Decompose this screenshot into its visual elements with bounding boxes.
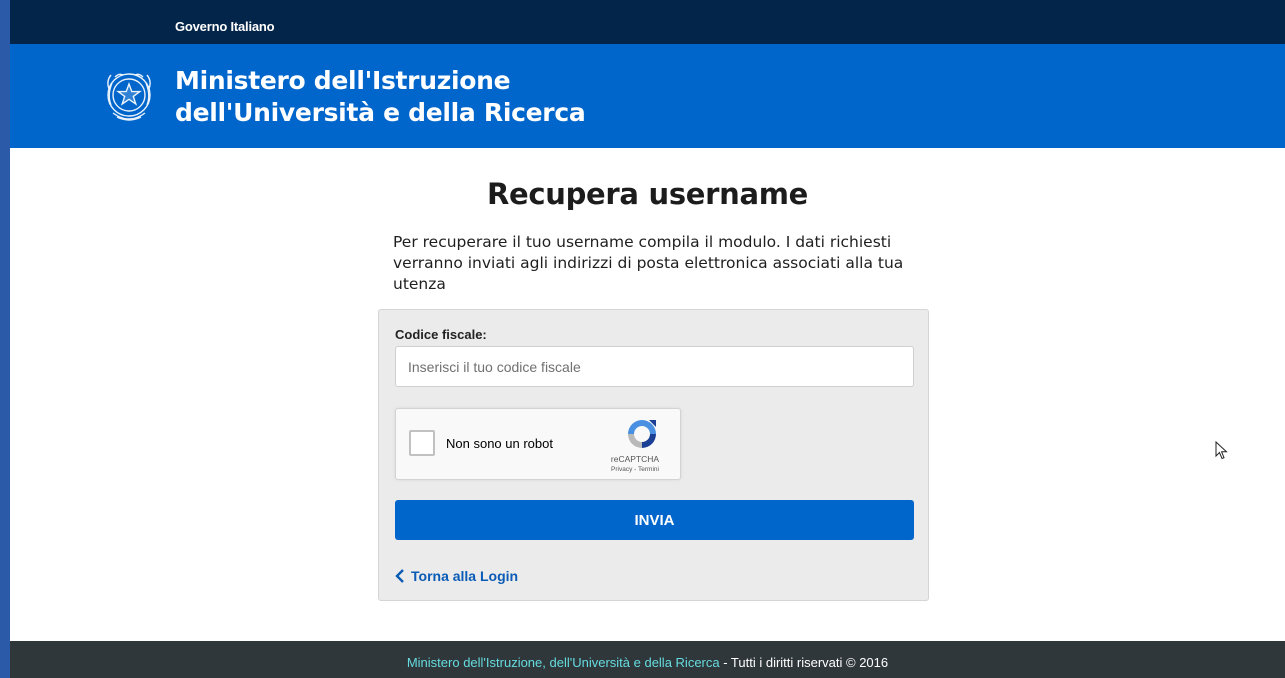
codice-fiscale-input[interactable] <box>395 346 914 387</box>
main-content: Recupera username Per recuperare il tuo … <box>10 148 1285 641</box>
recaptcha-widget: Non sono un robot reCAPTCHA Privacy - Te… <box>395 408 681 480</box>
recaptcha-logo-icon <box>628 420 656 448</box>
ministry-title-line1: Ministero dell'Istruzione <box>175 66 511 95</box>
chevron-left-icon <box>395 569 404 583</box>
italian-republic-emblem-icon <box>107 73 151 121</box>
government-bar-label[interactable]: Governo Italiano <box>175 19 275 34</box>
ministry-title-line2: dell'Università e della Ricerca <box>175 98 586 127</box>
submit-button[interactable]: INVIA <box>395 500 914 540</box>
recaptcha-label: Non sono un robot <box>446 436 553 451</box>
recaptcha-checkbox[interactable] <box>409 430 435 456</box>
ministry-header: Ministero dell'Istruzione dell'Universit… <box>10 44 1285 148</box>
intro-text: Per recuperare il tuo username compila i… <box>393 233 904 293</box>
recaptcha-brand: reCAPTCHA <box>610 454 660 464</box>
mouse-cursor-icon <box>1215 441 1228 460</box>
recaptcha-links[interactable]: Privacy - Termini <box>595 466 675 473</box>
back-to-login-link[interactable]: Torna alla Login <box>395 568 518 584</box>
ministry-title[interactable]: Ministero dell'Istruzione dell'Universit… <box>175 65 586 129</box>
footer-rights: - Tutti i diritti riservati © 2016 <box>719 655 889 670</box>
codice-fiscale-label: Codice fiscale: <box>395 327 487 342</box>
footer: Ministero dell'Istruzione, dell'Universi… <box>10 641 1285 678</box>
page-title: Recupera username <box>486 177 809 211</box>
recover-username-form: Codice fiscale: Non sono un robot reCAPT… <box>378 309 929 601</box>
government-bar: Governo Italiano <box>10 0 1285 44</box>
back-to-login-label: Torna alla Login <box>411 568 519 584</box>
footer-ministry-link[interactable]: Ministero dell'Istruzione, dell'Universi… <box>407 655 720 670</box>
